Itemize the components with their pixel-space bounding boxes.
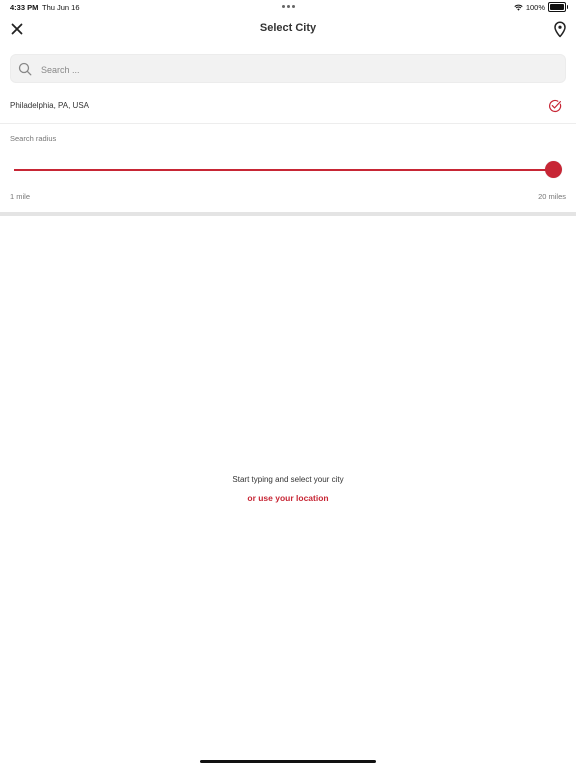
search-input[interactable] — [39, 55, 563, 84]
slider-track[interactable] — [14, 169, 554, 171]
empty-state-hint: Start typing and select your city — [232, 475, 344, 484]
search-radius-label: Search radius — [10, 134, 57, 143]
battery-percent: 100% — [525, 2, 545, 12]
status-time: 4:33 PM — [10, 3, 39, 12]
battery-icon — [548, 2, 568, 12]
home-indicator[interactable] — [200, 760, 376, 763]
use-location-link[interactable]: or use your location — [0, 493, 576, 503]
page-title: Select City — [259, 22, 317, 34]
radius-slider[interactable] — [14, 161, 562, 179]
status-indicators: 100% — [514, 2, 568, 12]
wifi-icon — [514, 4, 523, 11]
header: Select City — [0, 14, 576, 46]
selected-city-row[interactable]: Philadelphia, PA, USA — [0, 90, 576, 124]
search-box[interactable] — [10, 54, 566, 84]
check-circle-icon — [549, 99, 562, 113]
slider-thumb[interactable] — [545, 161, 562, 178]
status-bar: 4:33 PM Thu Jun 16 100% — [0, 0, 576, 14]
select-city-screen: 4:33 PM Thu Jun 16 100% Select City Sear… — [0, 0, 576, 768]
location-pin-icon[interactable] — [552, 20, 568, 38]
status-date: Thu Jun 16 — [42, 3, 80, 12]
section-divider — [0, 212, 576, 216]
radius-min-label: 1 mile — [10, 192, 31, 201]
radius-max-label: 20 miles — [538, 192, 566, 201]
city-name: Philadelphia, PA, USA — [10, 101, 90, 110]
multitasking-dots-icon[interactable] — [282, 5, 295, 8]
search-icon — [18, 62, 32, 76]
